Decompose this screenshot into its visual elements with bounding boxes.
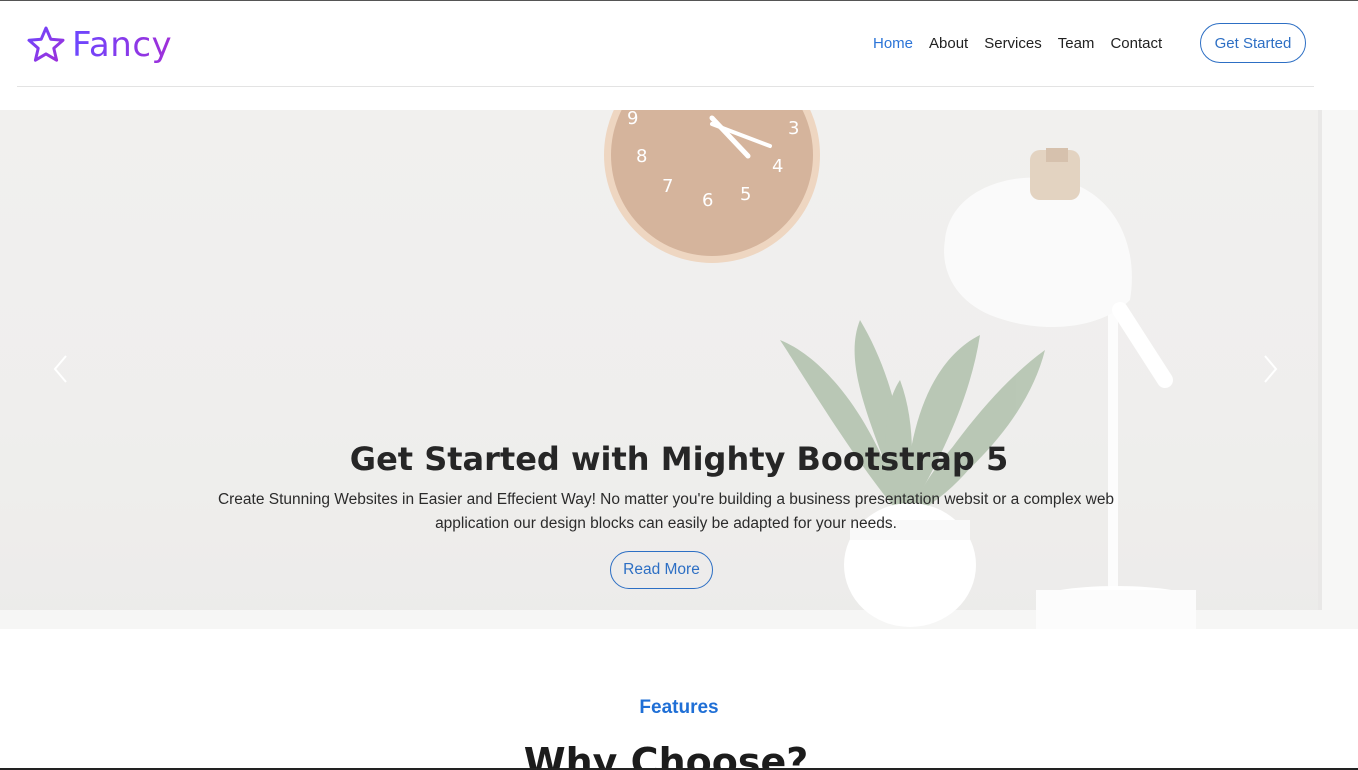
- nav-menu: Home About Services Team Contact: [873, 31, 1178, 55]
- brand-name: Fancy: [72, 25, 173, 65]
- read-more-button[interactable]: Read More: [610, 551, 713, 589]
- carousel-prev-button[interactable]: [49, 354, 73, 384]
- chevron-right-icon: [1264, 355, 1278, 383]
- hero-description: Create Stunning Websites in Easier and E…: [217, 491, 1115, 532]
- hero-carousel: 9 3 8 4 7 6 5 Get Started with Mighty Bo…: [0, 110, 1358, 629]
- navbar: Fancy Home About Services Team Contact G…: [0, 1, 1358, 87]
- hero-title: Get Started with Mighty Bootstrap 5: [349, 440, 1009, 478]
- chevron-left-icon: [53, 355, 67, 383]
- nav-item-about[interactable]: About: [929, 35, 968, 52]
- nav-item-services[interactable]: Services: [984, 35, 1042, 52]
- features-section-label: Features: [639, 697, 719, 718]
- nav-item-home[interactable]: Home: [873, 35, 913, 52]
- brand-logo[interactable]: Fancy: [26, 23, 172, 67]
- navbar-divider: [17, 86, 1314, 87]
- nav-item-team[interactable]: Team: [1058, 35, 1095, 52]
- star-outline-icon: [27, 26, 65, 62]
- nav-item-contact[interactable]: Contact: [1110, 35, 1162, 52]
- carousel-next-button[interactable]: [1258, 354, 1282, 384]
- features-section-title: Why Choose?: [523, 740, 809, 770]
- get-started-button[interactable]: Get Started: [1200, 23, 1306, 63]
